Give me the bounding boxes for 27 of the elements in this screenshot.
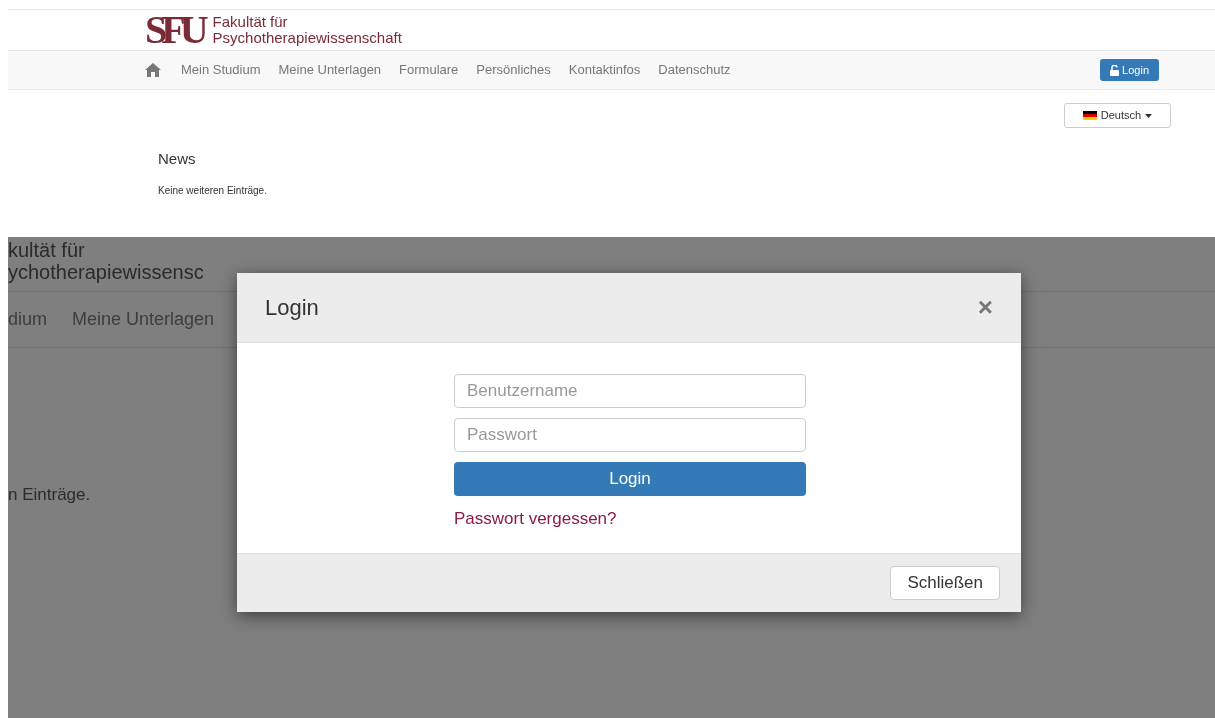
nav-link[interactable]: Datenschutz — [658, 60, 731, 80]
faculty-name: ychotherapiewissensc — [8, 261, 205, 283]
faculty-name: kultät für — [8, 239, 86, 261]
login-button[interactable]: Login — [454, 462, 806, 496]
home-icon[interactable] — [145, 63, 161, 77]
password-field[interactable]: Passwort — [454, 418, 806, 452]
logo: SFU — [145, 11, 203, 49]
forgot-password-link[interactable]: Passwort vergessen? — [454, 506, 617, 532]
nav-link[interactable]: Kontaktinfos — [568, 60, 641, 80]
news-text: Keine weiteren Einträge. — [158, 183, 268, 198]
faculty-name: Psychotherapiewissenschaft — [212, 30, 402, 46]
nav-link[interactable]: Meine Unterlagen — [278, 60, 382, 80]
language-dropdown[interactable]: Deutsch — [1064, 103, 1171, 128]
dialog-title: Login — [265, 294, 319, 322]
username-field[interactable]: Benutzername — [454, 374, 806, 408]
news-text: n Einträge. — [8, 484, 92, 506]
faculty-name: Fakultät für — [212, 14, 289, 30]
nav-link[interactable]: Mein Studium — [181, 60, 261, 80]
nav-link[interactable]: Formulare — [399, 60, 459, 80]
close-dialog-button[interactable]: Schließen — [890, 566, 1000, 600]
nav-link[interactable]: Persönliches — [476, 60, 551, 80]
login-button[interactable]: Login — [1100, 59, 1159, 81]
flag-icon — [1082, 111, 1097, 120]
caret-icon — [1145, 113, 1153, 118]
unlock-icon — [1110, 64, 1120, 76]
news-heading: News — [158, 149, 197, 169]
close-button[interactable]: × — [977, 288, 993, 327]
